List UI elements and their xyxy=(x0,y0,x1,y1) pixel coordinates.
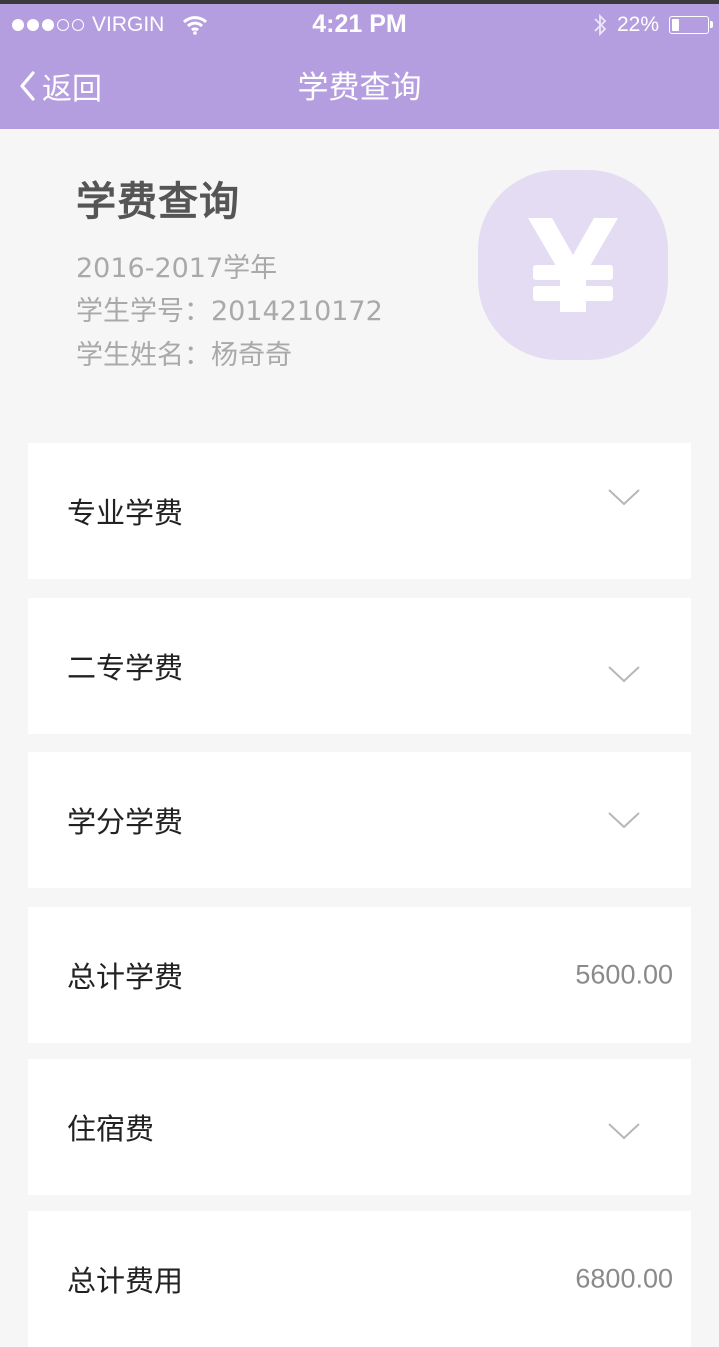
nav-bar: 返回 学费查询 xyxy=(0,46,719,129)
fee-item-grand-total: 总计费用 6800.00 xyxy=(28,1211,691,1347)
chevron-down-icon xyxy=(608,1123,640,1140)
fee-item-label: 二专学费 xyxy=(67,651,184,685)
fee-item-label: 住宿费 xyxy=(67,1112,155,1146)
nav-title: 学费查询 xyxy=(297,70,422,106)
status-right: 22% xyxy=(593,12,713,38)
student-id: 学生学号：2014210172 xyxy=(76,296,383,327)
chevron-down-icon xyxy=(608,489,640,506)
bluetooth-icon xyxy=(594,13,607,37)
chevron-down-icon xyxy=(608,666,640,683)
student-name: 学生姓名：杨奇奇 xyxy=(76,340,292,371)
fee-item-label: 专业学费 xyxy=(67,496,184,530)
chevron-down-icon xyxy=(608,812,640,829)
fee-item-tuition-total: 总计学费 5600.00 xyxy=(28,907,691,1043)
academic-year: 2016-2017学年 xyxy=(76,253,278,284)
fee-summary-header: 学费查询 2016-2017学年 学生学号：2014210172 学生姓名：杨奇… xyxy=(0,129,719,429)
page-title: 学费查询 xyxy=(76,179,240,225)
fee-item-label: 总计学费 xyxy=(67,960,184,994)
fee-item-value: 5600.00 xyxy=(575,959,673,990)
yen-badge xyxy=(478,170,668,360)
status-bar: VIRGIN 4:21 PM 22% xyxy=(0,4,719,46)
battery-icon xyxy=(669,16,713,34)
battery-percent: 22% xyxy=(616,13,659,36)
fee-item-value: 6800.00 xyxy=(575,1263,673,1294)
fee-item-credit[interactable]: 学分学费 xyxy=(28,752,691,888)
fee-item-major[interactable]: 专业学费 xyxy=(28,443,691,579)
fee-item-label: 学分学费 xyxy=(67,805,184,839)
battery-fill xyxy=(672,19,679,31)
yen-icon xyxy=(528,218,618,312)
fee-item-label: 总计费用 xyxy=(67,1264,184,1298)
fee-item-second-major[interactable]: 二专学费 xyxy=(28,598,691,734)
fee-item-accommodation[interactable]: 住宿费 xyxy=(28,1059,691,1195)
